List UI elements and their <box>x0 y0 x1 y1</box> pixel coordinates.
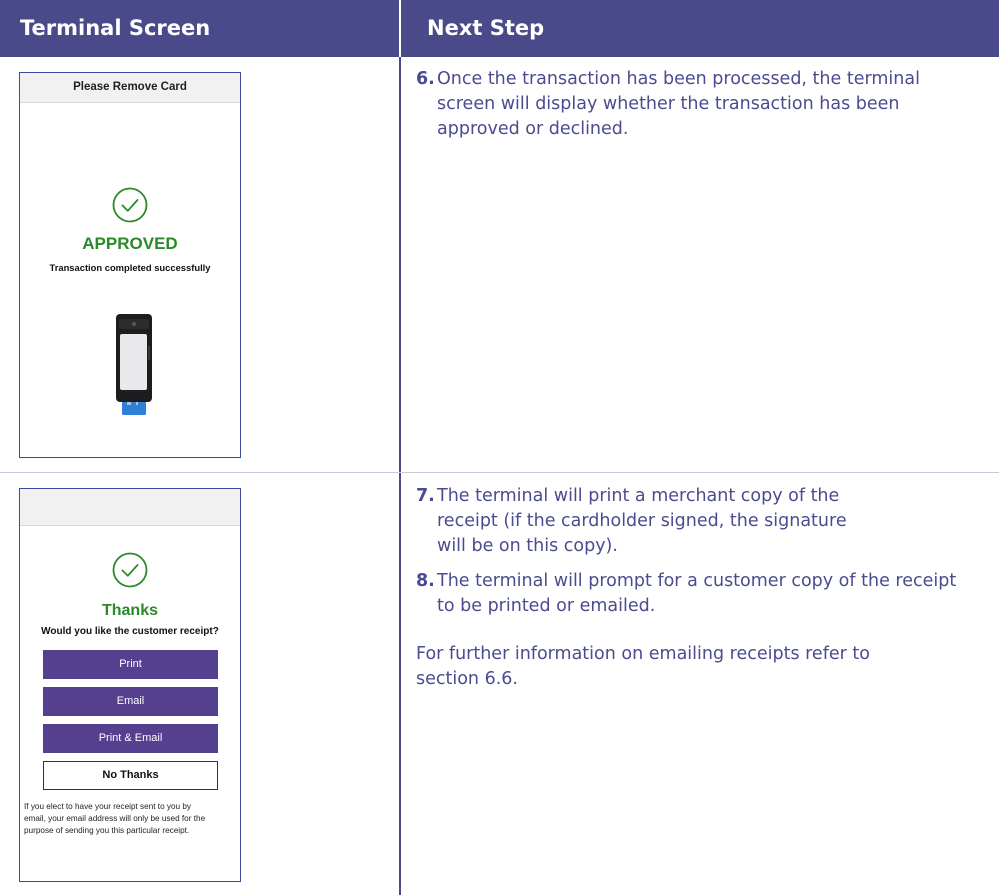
status-thanks: Thanks <box>101 602 158 619</box>
further-info: For further information on emailing rece… <box>416 644 870 689</box>
step-text: The terminal will prompt for a customer … <box>437 571 957 616</box>
terminal-screen-approved: Please Remove Card APPROVED Transaction … <box>19 72 241 458</box>
email-button[interactable]: Email <box>43 687 218 716</box>
screen-title-bar <box>20 489 240 526</box>
check-circle-icon <box>112 187 148 223</box>
step-number: 7. <box>416 486 435 506</box>
terminal-screen-receipt: Thanks Would you like the customer recei… <box>19 488 241 882</box>
header-terminal-screen: Terminal Screen <box>0 0 399 57</box>
receipt-question: Would you like the customer receipt? <box>41 626 219 637</box>
step-number: 6. <box>416 69 435 89</box>
status-approved: APPROVED <box>82 234 178 253</box>
email-privacy-note: If you elect to have your receipt sent t… <box>24 802 206 835</box>
no-thanks-button[interactable]: No Thanks <box>43 761 218 790</box>
screen-title: Please Remove Card <box>73 81 187 93</box>
instruction-table: Terminal Screen Next Step Please Remove … <box>0 0 999 895</box>
screen-title-bar: Please Remove Card <box>20 73 240 103</box>
step-number: 8. <box>416 571 435 591</box>
status-message: Transaction completed successfully <box>49 262 211 273</box>
print-and-email-button[interactable]: Print & Email <box>43 724 218 753</box>
column-divider <box>399 57 401 895</box>
step-text: Once the transaction has been processed,… <box>437 69 920 139</box>
check-circle-icon <box>112 552 148 588</box>
header-next-step: Next Step <box>401 0 999 57</box>
card-terminal-icon <box>116 314 152 415</box>
step-text: The terminal will print a merchant copy … <box>437 486 847 556</box>
print-button[interactable]: Print <box>43 650 218 679</box>
row-divider <box>0 472 999 473</box>
